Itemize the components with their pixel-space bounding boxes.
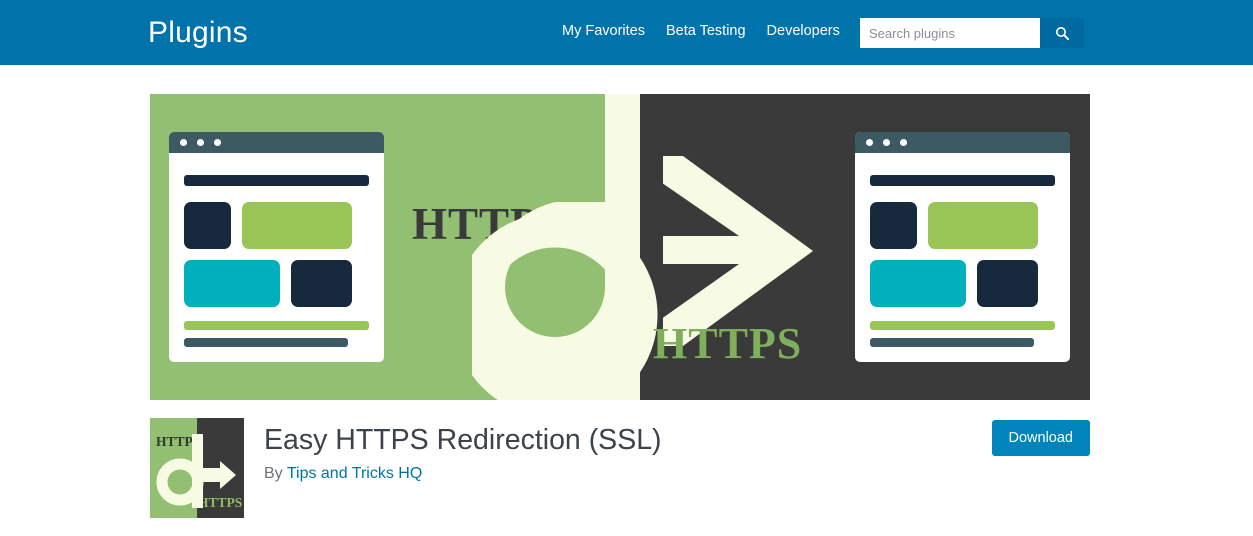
- plugin-title: Easy HTTPS Redirection (SSL): [264, 424, 662, 456]
- mockup-tile-row: [867, 202, 1058, 249]
- by-label: By: [264, 465, 283, 482]
- browser-mockup-http: [169, 132, 384, 362]
- browser-content: [855, 153, 1070, 347]
- brand-d-logo-icon: [472, 94, 658, 400]
- plugin-meta: Easy HTTPS Redirection (SSL) By Tips and…: [264, 422, 662, 485]
- mockup-footer-bar: [184, 338, 348, 347]
- plugin-banner-image: HTTP HTTPS: [150, 94, 1090, 400]
- browser-titlebar: [169, 132, 384, 153]
- window-dot-icon: [866, 139, 873, 146]
- plugin-icon-https-label: HTTPS: [198, 495, 242, 510]
- search-icon: [1055, 26, 1069, 40]
- site-header: Plugins My Favorites Beta Testing Develo…: [0, 0, 1253, 65]
- mockup-tile: [928, 202, 1038, 249]
- search-submit-button[interactable]: [1040, 18, 1084, 48]
- mockup-accent-bar: [184, 321, 369, 330]
- mockup-tile-row: [867, 260, 1058, 307]
- primary-navigation: My Favorites Beta Testing Developers: [562, 21, 840, 41]
- mockup-tile: [184, 202, 231, 249]
- browser-mockup-https: [855, 132, 1070, 362]
- mockup-tile: [291, 260, 352, 307]
- mockup-tile-row: [181, 260, 372, 307]
- browser-content: [169, 153, 384, 347]
- window-dot-icon: [197, 139, 204, 146]
- mockup-heading-bar: [870, 175, 1055, 186]
- search-input[interactable]: [860, 18, 1040, 48]
- mockup-tile-row: [181, 202, 372, 249]
- plugin-author-link[interactable]: Tips and Tricks HQ: [287, 465, 422, 482]
- mockup-heading-bar: [184, 175, 369, 186]
- window-dot-icon: [900, 139, 907, 146]
- mockup-tile: [184, 260, 280, 307]
- mockup-footer-bar: [870, 338, 1034, 347]
- window-dot-icon: [883, 139, 890, 146]
- browser-titlebar: [855, 132, 1070, 153]
- page-title: Plugins: [148, 16, 248, 49]
- download-button[interactable]: Download: [991, 420, 1090, 456]
- plugin-icon-artwork: HTTP HTTPS: [150, 418, 244, 518]
- plugin-icon-http-label: HTTP: [156, 434, 193, 449]
- plugin-author-line: By Tips and Tricks HQ: [264, 463, 662, 485]
- mockup-accent-bar: [870, 321, 1055, 330]
- https-label: HTTPS: [653, 319, 803, 368]
- search-form: [860, 18, 1084, 48]
- plugin-icon: HTTP HTTPS: [150, 418, 244, 518]
- redirect-arrow-icon: [663, 156, 813, 346]
- mockup-tile: [870, 202, 917, 249]
- mockup-tile: [870, 260, 966, 307]
- nav-item-my-favorites[interactable]: My Favorites: [562, 21, 645, 41]
- nav-item-developers[interactable]: Developers: [767, 21, 840, 41]
- plugin-summary-row: HTTP HTTPS Easy HTTPS Redirection (SSL) …: [150, 418, 1090, 518]
- window-dot-icon: [214, 139, 221, 146]
- nav-item-beta-testing[interactable]: Beta Testing: [666, 21, 746, 41]
- window-dot-icon: [180, 139, 187, 146]
- mockup-tile: [242, 202, 352, 249]
- mockup-tile: [977, 260, 1038, 307]
